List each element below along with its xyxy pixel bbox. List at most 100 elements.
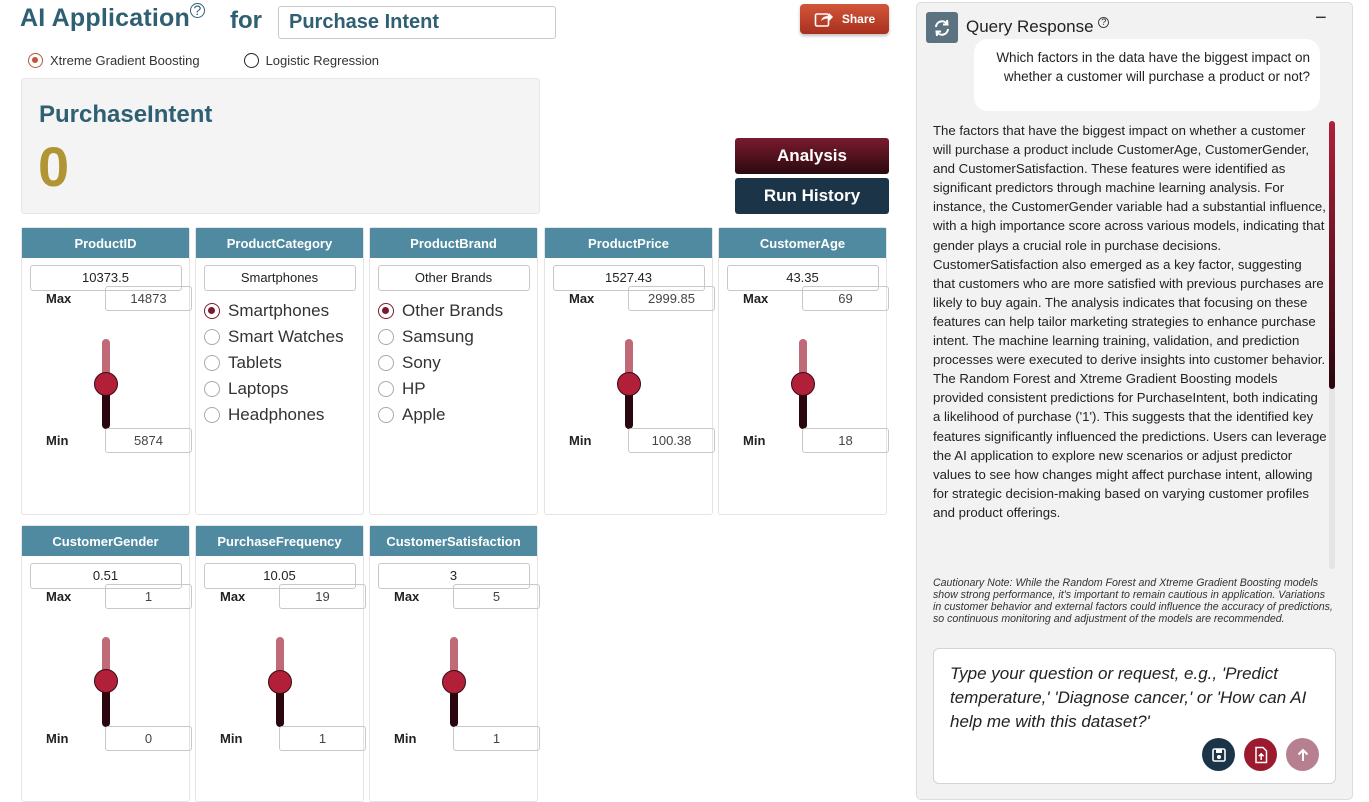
model-selector: Xtreme Gradient Boosting Logistic Regres… <box>28 53 379 68</box>
value-slider[interactable] <box>617 339 641 429</box>
option-tablets[interactable]: Tablets <box>204 350 344 376</box>
option-laptops[interactable]: Laptops <box>204 376 344 402</box>
radio-checked-icon[interactable] <box>204 303 220 319</box>
predictor-card-productid: ProductID 10373.5 Max 14873 Min 5874 <box>21 227 192 515</box>
share-icon <box>814 13 833 27</box>
value-slider[interactable] <box>94 637 118 727</box>
predictor-card-productbrand: ProductBrand Other Brands Other Brands S… <box>369 227 538 515</box>
card-header: CustomerGender <box>22 526 189 556</box>
max-input[interactable]: 2999.85 <box>628 285 715 311</box>
category-options: Smartphones Smart Watches Tablets Laptop… <box>204 298 344 428</box>
slider-thumb[interactable] <box>442 670 466 694</box>
radio-unchecked-icon[interactable] <box>378 407 394 423</box>
model-option-logistic[interactable]: Logistic Regression <box>243 53 380 68</box>
cautionary-note: Cautionary Note: While the Random Forest… <box>933 577 1333 625</box>
prediction-result-panel: PurchaseIntent 0 <box>21 78 540 214</box>
predictor-card-purchasefrequency: PurchaseFrequency 10.05 Max 19 Min 1 <box>195 525 366 802</box>
radio-unchecked-icon[interactable] <box>243 53 259 68</box>
option-apple[interactable]: Apple <box>378 402 503 428</box>
target-variable-input[interactable] <box>278 6 556 39</box>
card-header: PurchaseFrequency <box>196 526 363 556</box>
radio-unchecked-icon[interactable] <box>204 407 220 423</box>
card-header: ProductPrice <box>545 228 712 258</box>
share-button[interactable]: Share <box>800 4 889 34</box>
save-icon <box>1211 747 1226 762</box>
predictor-card-customerage: CustomerAge 43.35 Max 69 Min 18 <box>718 227 889 515</box>
slider-thumb[interactable] <box>617 372 641 396</box>
query-input-box[interactable]: Type your question or request, e.g., 'Pr… <box>933 648 1336 784</box>
value-input[interactable]: Other Brands <box>377 265 530 291</box>
max-input[interactable]: 19 <box>279 583 366 609</box>
max-input[interactable]: 14873 <box>105 285 192 311</box>
slider-thumb[interactable] <box>791 372 815 396</box>
min-label: Min <box>394 730 417 746</box>
radio-checked-icon[interactable] <box>378 303 394 319</box>
option-samsung[interactable]: Samsung <box>378 324 503 350</box>
help-icon[interactable]: ? <box>189 3 205 18</box>
refresh-icon[interactable] <box>926 12 958 43</box>
save-button[interactable] <box>1202 738 1235 771</box>
query-input-placeholder[interactable]: Type your question or request, e.g., 'Pr… <box>950 662 1328 734</box>
share-label: Share <box>841 12 876 26</box>
analysis-button[interactable]: Analysis <box>735 138 889 174</box>
option-other-brands[interactable]: Other Brands <box>378 298 503 324</box>
card-header: CustomerSatisfaction <box>370 526 537 556</box>
slider-thumb[interactable] <box>94 669 118 694</box>
radio-unchecked-icon[interactable] <box>378 329 394 345</box>
option-sony[interactable]: Sony <box>378 350 503 376</box>
option-smart-watches[interactable]: Smart Watches <box>204 324 344 350</box>
app-title: AI Application? <box>20 3 205 33</box>
min-input[interactable]: 100.38 <box>628 427 715 453</box>
run-history-button[interactable]: Run History <box>735 178 889 214</box>
value-slider[interactable] <box>791 339 815 429</box>
radio-unchecked-icon[interactable] <box>378 381 394 397</box>
help-icon[interactable]: ? <box>1098 17 1110 28</box>
min-label: Min <box>220 730 243 746</box>
slider-thumb[interactable] <box>268 670 292 694</box>
option-hp[interactable]: HP <box>378 376 503 402</box>
max-input[interactable]: 5 <box>453 583 540 609</box>
option-smartphones[interactable]: Smartphones <box>204 298 344 324</box>
min-input[interactable]: 1 <box>453 725 540 751</box>
max-input[interactable]: 69 <box>802 285 889 311</box>
query-response-title: Query Response ? <box>966 17 1110 37</box>
option-label: Smart Watches <box>228 327 344 346</box>
query-response-title-text: Query Response <box>966 17 1094 36</box>
radio-unchecked-icon[interactable] <box>204 355 220 371</box>
radio-unchecked-icon[interactable] <box>204 329 220 345</box>
radio-unchecked-icon[interactable] <box>204 381 220 397</box>
card-header: ProductID <box>22 228 189 258</box>
value-slider[interactable] <box>94 339 118 429</box>
min-input[interactable]: 1 <box>279 725 366 751</box>
max-label: Max <box>220 588 246 604</box>
user-question-bubble: Which factors in the data have the bigge… <box>974 39 1320 111</box>
option-label: Tablets <box>228 353 282 372</box>
value-slider[interactable] <box>442 637 466 727</box>
max-label: Max <box>46 290 72 306</box>
min-input[interactable]: 18 <box>802 427 889 453</box>
model-option-xgboost[interactable]: Xtreme Gradient Boosting <box>28 53 200 68</box>
card-header: ProductCategory <box>196 228 363 258</box>
slider-thumb[interactable] <box>94 372 118 396</box>
min-input[interactable]: 5874 <box>105 427 192 453</box>
ai-answer-text: The factors that have the biggest impact… <box>933 123 1327 520</box>
predictor-card-productprice: ProductPrice 1527.43 Max 2999.85 Min 100… <box>544 227 715 515</box>
value-input[interactable]: Smartphones <box>203 265 356 291</box>
minimize-icon[interactable]: − <box>1315 7 1327 30</box>
max-input[interactable]: 1 <box>105 583 192 609</box>
scrollbar-thumb[interactable] <box>1329 121 1335 389</box>
value-slider[interactable] <box>268 637 292 727</box>
for-label: for <box>230 7 262 34</box>
file-upload-icon <box>1254 746 1267 763</box>
min-input[interactable]: 0 <box>105 725 192 751</box>
radio-checked-icon[interactable] <box>28 53 43 68</box>
send-button[interactable] <box>1286 738 1319 771</box>
model-option-label: Xtreme Gradient Boosting <box>50 53 200 68</box>
radio-unchecked-icon[interactable] <box>378 355 394 371</box>
predictor-card-productcategory: ProductCategory Smartphones Smartphones … <box>195 227 364 515</box>
option-label: Headphones <box>228 405 325 424</box>
upload-file-button[interactable] <box>1244 738 1277 771</box>
model-option-label: Logistic Regression <box>265 53 380 68</box>
option-headphones[interactable]: Headphones <box>204 402 344 428</box>
answer-scrollbar[interactable] <box>1329 121 1335 569</box>
